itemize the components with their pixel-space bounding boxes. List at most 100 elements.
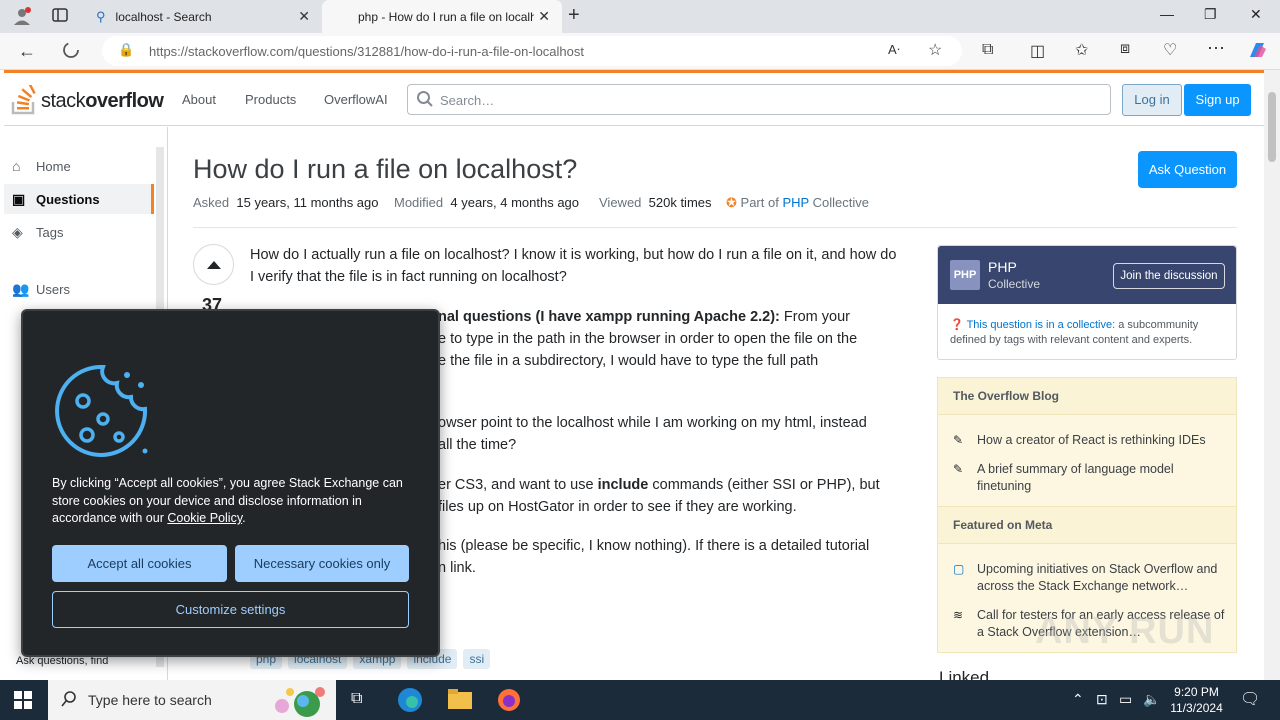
watermark: ANY RUN xyxy=(1035,610,1215,652)
tab-title: localhost - Search xyxy=(115,9,212,24)
stackoverflow-logo[interactable]: stackoverflow xyxy=(11,85,164,115)
sidebar-item-home[interactable]: ⌂ Home xyxy=(4,151,154,181)
site-search-input[interactable]: Search… xyxy=(407,84,1111,115)
window-close-icon[interactable]: ✕ xyxy=(1250,6,1262,23)
chat-bubble-icon: ▢ xyxy=(953,562,965,576)
loading-icon[interactable] xyxy=(62,41,80,64)
join-discussion-button[interactable]: Join the discussion xyxy=(1113,263,1225,289)
tag-ssi[interactable]: ssi xyxy=(463,649,491,669)
question-paragraph-1: How do I actually run a file on localhos… xyxy=(250,247,897,285)
taskbar-clock[interactable]: 9:20 PM 11/3/2024 xyxy=(1169,684,1224,716)
meta-heading: Featured on Meta xyxy=(938,506,1236,544)
profile-icon[interactable] xyxy=(12,6,32,31)
network-icon[interactable]: ▭ xyxy=(1119,691,1132,708)
cookie-consent-dialog: By clicking “Accept all cookies”, you ag… xyxy=(21,309,440,657)
upvote-arrow-icon xyxy=(206,260,221,269)
nav-about[interactable]: About xyxy=(182,92,216,107)
blog-item[interactable]: ✎ A brief summary of language model finet… xyxy=(953,461,1228,495)
upvote-button[interactable] xyxy=(193,244,234,285)
meta-item[interactable]: ▢ Upcoming initiatives on Stack Overflow … xyxy=(953,561,1228,595)
page-scrollbar-thumb[interactable] xyxy=(1268,92,1276,162)
blog-item[interactable]: ✎ How a creator of React is rethinking ID… xyxy=(953,432,1228,449)
customize-settings-button[interactable]: Customize settings xyxy=(52,591,409,628)
search-highlight-icon xyxy=(262,684,332,720)
address-bar[interactable]: 🔒 https://stackoverflow.com/questions/31… xyxy=(102,36,962,66)
so-header: stackoverflow About Products OverflowAI … xyxy=(4,73,1264,126)
title-divider xyxy=(193,227,1237,228)
browser-toolbar: ← 🔒 https://stackoverflow.com/questions/… xyxy=(0,33,1280,70)
minimize-icon[interactable]: — xyxy=(1160,6,1174,22)
ask-question-button[interactable]: Ask Question xyxy=(1138,151,1237,188)
search-icon xyxy=(60,690,78,713)
back-icon[interactable]: ← xyxy=(18,41,36,62)
tab-actions-icon[interactable] xyxy=(52,7,68,28)
collective-name[interactable]: PHP xyxy=(988,259,1017,275)
sidebar-item-questions[interactable]: ▣ Questions xyxy=(4,184,154,214)
taskbar-search-placeholder: Type here to search xyxy=(88,692,212,708)
question-title[interactable]: How do I run a file on localhost? xyxy=(193,154,577,185)
close-tab-icon[interactable]: ✕ xyxy=(538,8,550,25)
collective-description: ❓ This question is in a collective: a su… xyxy=(950,319,1199,346)
nav-overflowai[interactable]: OverflowAI xyxy=(324,92,388,107)
read-aloud-icon[interactable]: Aᐧ xyxy=(888,42,900,58)
sidebar-item-label: Tags xyxy=(36,224,64,240)
tag-icon: ◈ xyxy=(12,223,23,240)
windows-taskbar: Type here to search ⧉ ⌃ ⊡ ▭ 🔈 9:20 PM 11… xyxy=(0,680,1280,720)
taskbar-search-input[interactable]: Type here to search xyxy=(48,680,336,720)
settings-more-icon[interactable]: ⋯ xyxy=(1207,38,1225,59)
cookie-policy-link[interactable]: Cookie Policy xyxy=(167,511,242,525)
clock-date: 11/3/2024 xyxy=(1170,701,1223,715)
stack-exchange-icon: ≋ xyxy=(953,608,964,622)
cookie-message: By clicking “Accept all cookies”, you ag… xyxy=(52,476,403,525)
notifications-icon[interactable]: 🗨 xyxy=(1240,689,1260,709)
page-scrollbar[interactable] xyxy=(1264,70,1280,680)
nav-products[interactable]: Products xyxy=(245,92,296,107)
edge-taskbar-icon[interactable] xyxy=(396,686,424,719)
favorites-icon[interactable]: ✩ xyxy=(1075,40,1088,60)
collective-card-header: PHP PHP Collective Join the discussion xyxy=(938,246,1236,304)
php-collective-logo[interactable]: PHP xyxy=(950,260,980,290)
sidebar-item-users[interactable]: 👥 Users xyxy=(4,274,154,304)
windows-start-icon[interactable] xyxy=(14,691,32,714)
collective-help-link[interactable]: This question is in a collective: xyxy=(967,319,1116,331)
url-text[interactable]: https://stackoverflow.com/questions/3128… xyxy=(149,44,584,59)
sidebar-item-label: Questions xyxy=(36,191,100,207)
task-view-icon[interactable]: ⧉ xyxy=(351,690,362,708)
collections-icon[interactable]: ⧈ xyxy=(1120,40,1130,58)
necessary-cookies-button[interactable]: Necessary cookies only xyxy=(235,545,409,582)
chevron-up-icon[interactable]: ⌃ xyxy=(1072,691,1084,708)
favorite-star-icon[interactable]: ☆ xyxy=(928,40,942,60)
sidebar-item-tags[interactable]: ◈ Tags xyxy=(4,217,154,247)
browser-tabbar: ⚲ localhost - Search ✕ php - How do I ru… xyxy=(0,0,1280,33)
new-tab-icon[interactable]: + xyxy=(568,4,580,27)
split-screen-icon[interactable]: ◫ xyxy=(1030,41,1045,61)
pencil-icon: ✎ xyxy=(953,433,964,447)
clock-time: 9:20 PM xyxy=(1174,685,1219,699)
stackoverflow-logo-icon xyxy=(11,85,36,115)
accept-all-cookies-button[interactable]: Accept all cookies xyxy=(52,545,227,582)
help-icon: ❓ xyxy=(950,319,964,331)
tab-active[interactable]: php - How do I run a file on localhost ✕ xyxy=(322,0,562,33)
volume-icon[interactable]: 🔈 xyxy=(1143,691,1160,708)
copilot-icon[interactable] xyxy=(1246,39,1268,66)
extensions-icon[interactable]: ⧉ xyxy=(982,41,993,59)
collective-badge-icon: ✪ xyxy=(726,195,737,210)
modified-meta: Modified 4 years, 4 months ago xyxy=(394,195,580,210)
login-button[interactable]: Log in xyxy=(1122,84,1182,116)
close-tab-icon[interactable]: ✕ xyxy=(298,8,310,25)
tab-search[interactable]: ⚲ localhost - Search ✕ xyxy=(86,0,322,33)
maximize-icon[interactable]: ❐ xyxy=(1204,6,1217,23)
users-icon: 👥 xyxy=(12,280,30,297)
device-icon[interactable]: ⊡ xyxy=(1096,691,1108,708)
search-icon xyxy=(416,90,434,113)
linked-heading: Linked xyxy=(939,668,990,680)
signup-button[interactable]: Sign up xyxy=(1184,84,1251,116)
browser-essentials-icon[interactable]: ♡ xyxy=(1163,40,1177,60)
file-explorer-icon[interactable] xyxy=(448,689,472,714)
firefox-icon[interactable] xyxy=(496,687,522,718)
asked-meta: Asked 15 years, 11 months ago xyxy=(193,195,379,210)
sidebar-item-label: Users xyxy=(36,281,70,297)
collective-link[interactable]: PHP xyxy=(782,195,809,210)
tab-title: php - How do I run a file on localhost xyxy=(358,9,534,24)
lock-icon[interactable]: 🔒 xyxy=(118,42,134,58)
